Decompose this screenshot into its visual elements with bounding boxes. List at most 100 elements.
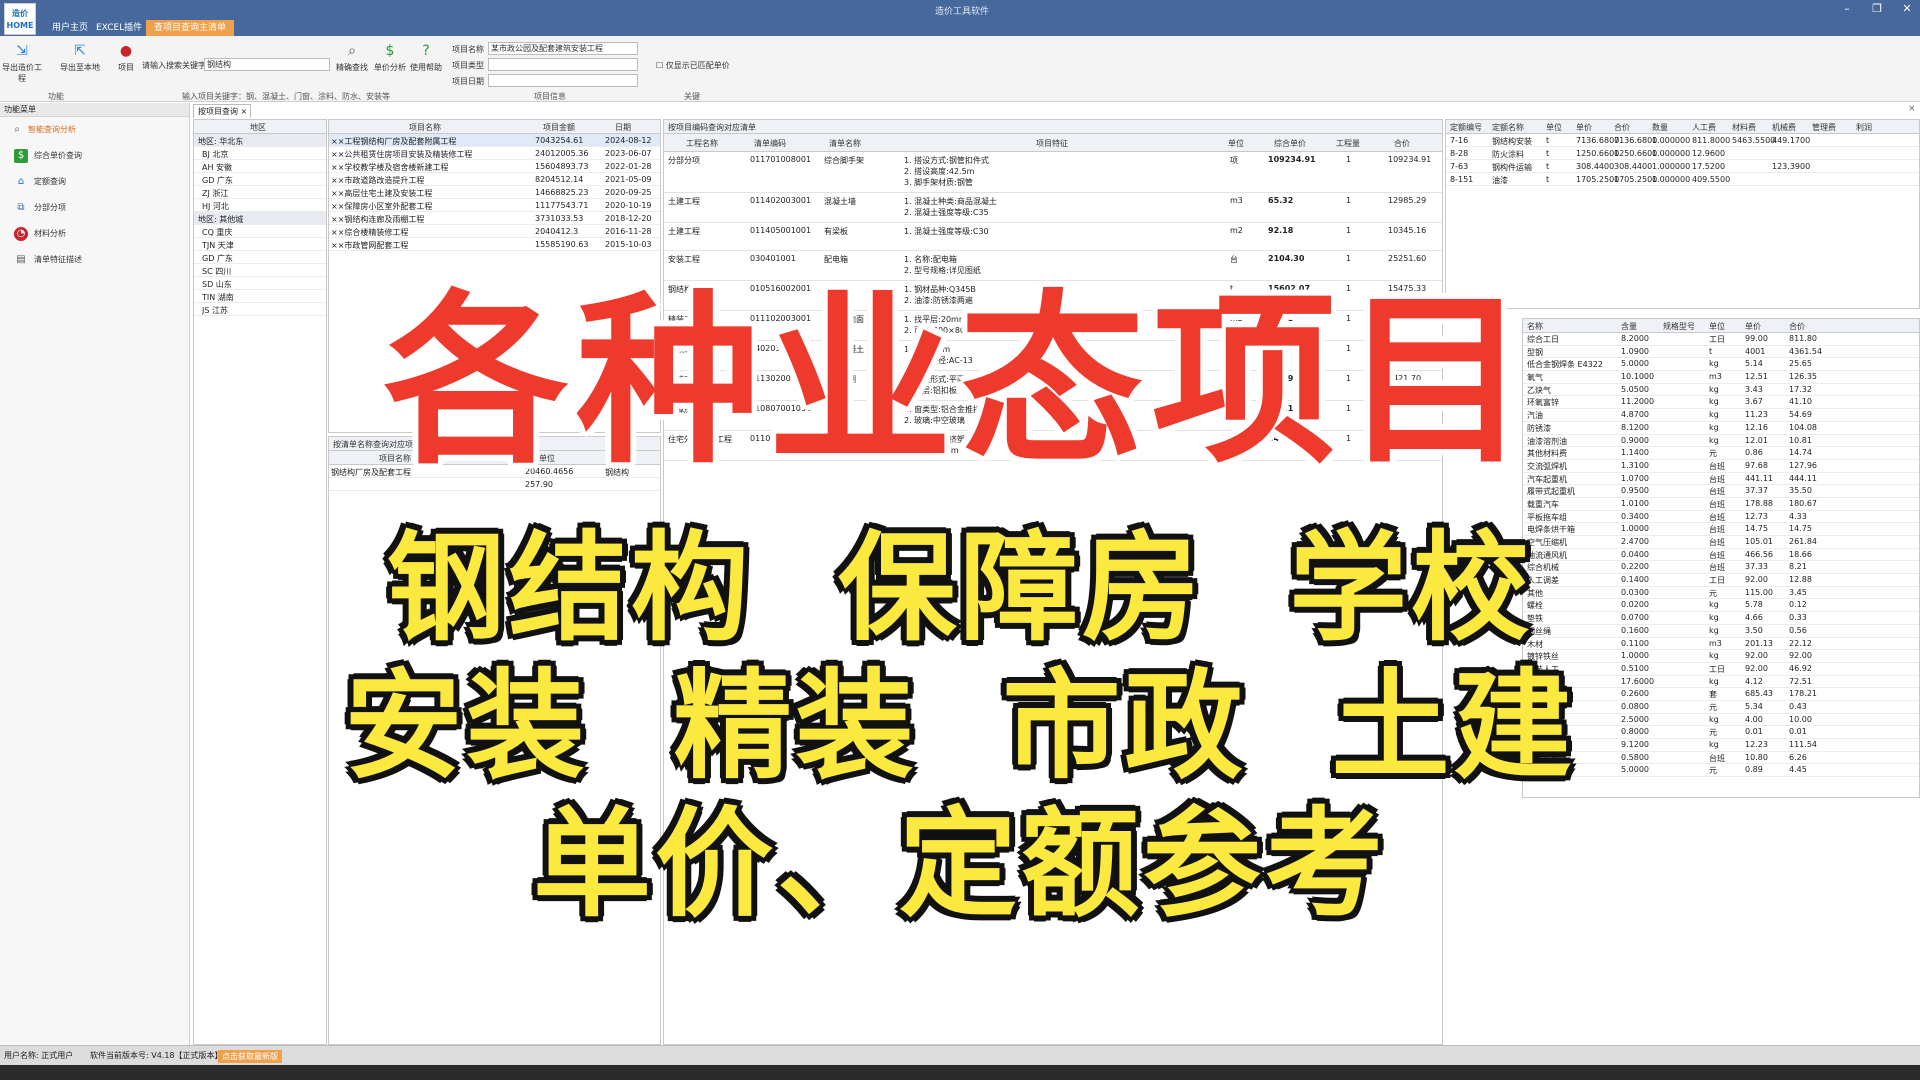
quota-col-10: 利润 [1856, 123, 1872, 132]
bill-project: 分部分项 [668, 156, 700, 165]
quota-col-7: 材料费 [1732, 123, 1756, 132]
project-chart-button[interactable]: ● 项目 [106, 42, 146, 73]
project-col-date: 日期 [615, 123, 631, 132]
export-local-icon: ⇱ [74, 43, 86, 59]
project-date: 2024-08-12 [605, 136, 652, 145]
export-local-label: 导出至本地 [60, 63, 100, 72]
dollar-icon: $ [14, 149, 28, 163]
quota-col-2: 单位 [1546, 123, 1562, 132]
project-name: ××保障房小区室外配套工程 [331, 202, 433, 211]
group-label-keyword: 输入项目关键字：钢、混凝土、门窗、涂料、防水、安装等 [182, 92, 390, 101]
sidebar-item-smart-query[interactable]: ⌕ 智能查询分析 [0, 117, 189, 143]
tree-icon: ⧉ [17, 202, 25, 213]
quota-cell: 1705.2500 [1576, 175, 1620, 184]
search-input[interactable]: 钢结构 [204, 58, 330, 71]
region-label: AH 安徽 [202, 163, 233, 172]
quota-row[interactable]: 7-16 钢结构安装 t 7136.6800 7136.6800 1.000000 811.… [1446, 134, 1919, 147]
quota-col-8: 机械费 [1772, 123, 1796, 132]
project-row[interactable]: ××工程钢结构厂房及配套附属工程 7043254.61 2024-08-12 [329, 134, 660, 147]
quota-cell: 12.9600 [1692, 149, 1726, 158]
project-row[interactable]: ××钢结构连廊及雨棚工程 3731033.53 2018-12-20 [329, 212, 660, 225]
project-row[interactable]: ××保障房小区室外配套工程 11177543.71 2020-10-19 [329, 199, 660, 212]
quota-cell: t [1546, 162, 1550, 171]
help-button[interactable]: ? 使用帮助 [406, 42, 446, 73]
region-row[interactable]: HJ 河北 [194, 199, 326, 212]
quota-cell: 811.8000 [1692, 136, 1731, 145]
sidebar-item-label: 分部分项 [34, 203, 66, 212]
project-row[interactable]: ××高层住宅土建及安装工程 14668825.23 2020-09-25 [329, 186, 660, 199]
project-date: 2023-06-07 [605, 149, 652, 158]
quota-cell: 油漆 [1492, 176, 1508, 185]
project-date-field [488, 74, 638, 87]
tab-project-query-doc[interactable]: 按项目查询 × [193, 104, 251, 118]
project-amount: 8204512.14 [535, 175, 584, 184]
ribbon-toolbar: ⇲ 导出造价工程 ⇱ 导出至本地 ● 项目 请输入搜索关键字 钢结构 ⌕ 精确查… [0, 36, 1920, 102]
project-row[interactable]: ××公共租赁住房项目安装及精装修工程 24012005.36 2023-06-07 [329, 147, 660, 160]
bill-code: 011701008001 [750, 155, 812, 164]
project-name: ××公共租赁住房项目安装及精装修工程 [331, 150, 473, 159]
project-name: ××市政道路改造提升工程 [331, 176, 425, 185]
export-icon: ⇲ [16, 43, 28, 59]
bill-total: 12985.29 [1388, 196, 1427, 205]
bill-row[interactable]: 分部分项 011701008001 综合脚手架 1. 搭设方式:钢管扣件式 2. 搭设… [664, 152, 1442, 193]
quota-row[interactable]: 7-63 钢构件运输 t 308.4400 308.4400 1.000000 17.520… [1446, 160, 1919, 173]
matched-only-checkbox[interactable]: ☐ 仅显示已匹配单价 [656, 60, 730, 71]
group-label-key: 关键 [684, 92, 700, 101]
update-link[interactable]: 点击获取最新版 [218, 1050, 282, 1063]
chart-icon: ● [119, 43, 133, 59]
bill-price: 65.32 [1268, 196, 1294, 205]
project-name-field: 某市政公园及配套建筑安装工程 [488, 42, 638, 55]
status-bar: 用户名称: 正式用户 软件当前版本号: V4.18【正式版本】 点击获取最新版 [0, 1045, 1920, 1065]
tab-project-query[interactable]: 查项目查询主清单 [146, 20, 235, 36]
bill-unit: 项 [1230, 156, 1238, 165]
quota-cell: 钢构件运输 [1492, 163, 1532, 172]
minimize-icon[interactable]: – [1836, 2, 1858, 15]
export-local-button[interactable]: ⇱ 导出至本地 [60, 42, 100, 73]
region-group[interactable]: 地区: 其他城 [194, 212, 326, 225]
bill-qty: 1 [1346, 196, 1352, 205]
quota-cell: 7136.6800 [1614, 136, 1658, 145]
sidebar-title: 功能菜单 [0, 103, 189, 117]
sidebar-item-division[interactable]: ⧉ 分部分项 [0, 195, 189, 221]
export-project-button[interactable]: ⇲ 导出造价工程 [2, 42, 42, 84]
quota-row[interactable]: 8-151 油漆 t 1705.2500 1705.2500 1.000000 409.55… [1446, 173, 1919, 186]
project-name: ××工程钢结构厂房及配套附属工程 [331, 137, 457, 146]
quota-cell: 7-16 [1450, 136, 1469, 145]
matched-only-label: 仅显示已匹配单价 [665, 61, 730, 70]
sidebar-item-unit-price[interactable]: $ 综合单价查询 [0, 143, 189, 169]
price-analysis-label: 单价分析 [374, 63, 406, 72]
project-row[interactable]: ××学校教学楼及宿舍楼新建工程 15604893.73 2022-01-28 [329, 160, 660, 173]
close-icon[interactable]: ✕ [1896, 2, 1918, 15]
region-row[interactable]: BJ 北京 [194, 147, 326, 160]
price-analysis-button[interactable]: $ 单价分析 [370, 42, 410, 73]
content-close-icon[interactable]: × [1908, 104, 1916, 114]
bill-project: 土建工程 [668, 197, 700, 206]
quota-cell: t [1546, 149, 1550, 158]
group-label-function: 功能 [48, 92, 64, 101]
region-label: ZJ 浙江 [202, 189, 229, 198]
quota-cell: 17.5200 [1692, 162, 1726, 171]
tab-excel-plugin[interactable]: EXCEL插件 [88, 20, 150, 36]
region-row[interactable]: ZJ 浙江 [194, 186, 326, 199]
dollar-icon: $ [385, 43, 395, 59]
region-row[interactable]: GD 广东 [194, 173, 326, 186]
bill-row[interactable]: 土建工程 011402003001 混凝土墙 1. 混凝土种类:商品混凝土 2. 混凝… [664, 193, 1442, 223]
quota-cell: 308.4400 [1614, 162, 1653, 171]
sidebar-item-quota[interactable]: ⌂ 定额查询 [0, 169, 189, 195]
bill-total: 109234.91 [1388, 155, 1432, 164]
overlay-title: 各种业态项目 [383, 275, 1536, 489]
project-col-name: 项目名称 [409, 123, 441, 132]
quota-cell: 1.000000 [1652, 149, 1691, 158]
quota-cell: 123.3900 [1772, 162, 1811, 171]
project-row[interactable]: ××市政道路改造提升工程 8204512.14 2021-05-09 [329, 173, 660, 186]
quota-cell: 防火涂料 [1492, 150, 1524, 159]
exact-search-button[interactable]: ⌕ 精确查找 [332, 42, 372, 73]
region-group[interactable]: 地区: 华北东 [194, 134, 326, 147]
info-label-type: 项目类型 [452, 61, 484, 70]
quota-cell: 7-63 [1450, 162, 1469, 171]
quota-cell: 1.000000 [1652, 162, 1691, 171]
region-row[interactable]: AH 安徽 [194, 160, 326, 173]
restore-icon[interactable]: ❐ [1866, 2, 1888, 15]
quota-row[interactable]: 8-28 防火涂料 t 1250.6600 1250.6600 1.000000 12.96… [1446, 147, 1919, 160]
quota-cell: 8-28 [1450, 149, 1469, 158]
